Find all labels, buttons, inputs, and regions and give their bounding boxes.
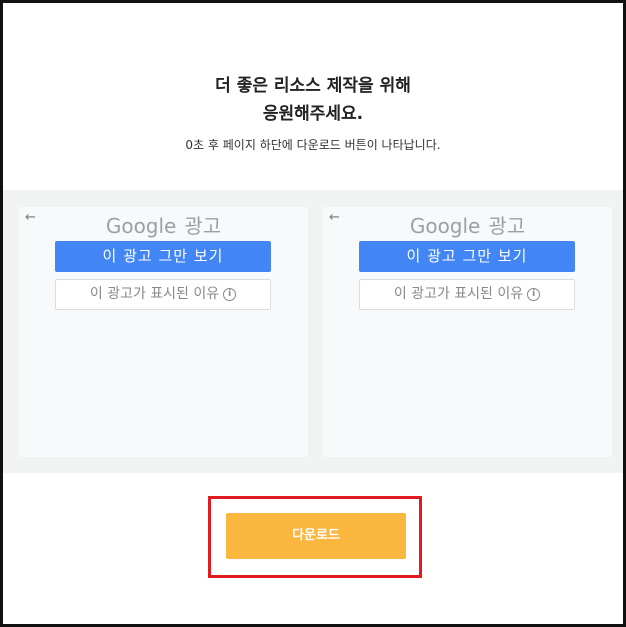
google-ads-logo: Google 광고 bbox=[323, 210, 612, 239]
stop-seeing-ad-button[interactable]: 이 광고 그만 보기 bbox=[359, 241, 575, 272]
ad-panel-left: ← Google 광고 이 광고 그만 보기 이 광고가 표시된 이유 i bbox=[19, 207, 308, 457]
google-wordmark: Google bbox=[105, 214, 177, 238]
why-this-ad-button[interactable]: 이 광고가 표시된 이유 i bbox=[359, 279, 575, 310]
info-icon: i bbox=[223, 287, 237, 301]
ad-label: 광고 bbox=[184, 214, 222, 238]
why-this-ad-label: 이 광고가 표시된 이유 bbox=[393, 286, 524, 302]
why-this-ad-button[interactable]: 이 광고가 표시된 이유 i bbox=[55, 279, 271, 310]
stop-seeing-ad-button[interactable]: 이 광고 그만 보기 bbox=[55, 241, 271, 272]
google-wordmark: Google bbox=[409, 214, 481, 238]
download-button[interactable]: 다운로드 bbox=[226, 513, 406, 559]
info-icon: i bbox=[527, 287, 541, 301]
why-this-ad-label: 이 광고가 표시된 이유 bbox=[89, 286, 220, 302]
page-title-line-2: 응원해주세요. bbox=[262, 104, 364, 124]
countdown-message: 0초 후 페이지 하단에 다운로드 버튼이 나타납니다. bbox=[185, 138, 441, 152]
google-ads-logo: Google 광고 bbox=[19, 210, 308, 239]
ad-label: 광고 bbox=[488, 214, 526, 238]
page-title-line-1: 더 좋은 리소스 제작을 위해 bbox=[215, 76, 411, 96]
ad-panel-right: ← Google 광고 이 광고 그만 보기 이 광고가 표시된 이유 i bbox=[323, 207, 612, 457]
